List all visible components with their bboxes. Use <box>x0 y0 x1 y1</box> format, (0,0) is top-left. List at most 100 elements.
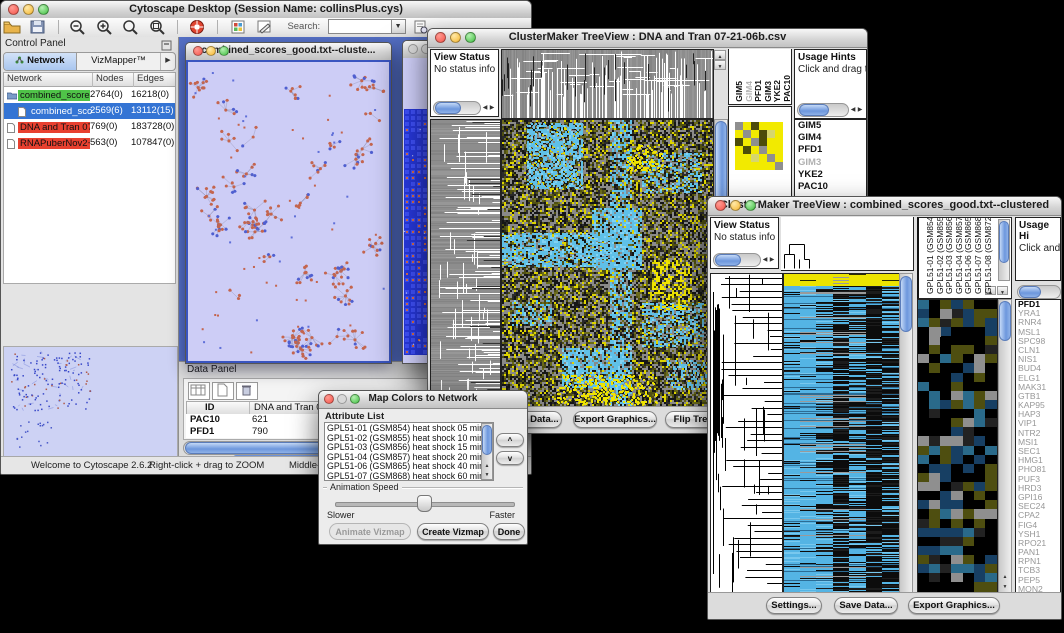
close-icon[interactable] <box>408 44 418 54</box>
gene-label[interactable]: MSL1 <box>1016 328 1060 337</box>
gene-label[interactable]: ELG1 <box>1016 374 1060 383</box>
network-graph-canvas[interactable] <box>188 62 387 361</box>
zoom-selected-icon[interactable] <box>148 19 168 35</box>
zoom-window-icon[interactable] <box>38 4 49 15</box>
tv1-column-dendrogram-canvas[interactable] <box>501 49 714 119</box>
gene-label[interactable]: HRD3 <box>1016 484 1060 493</box>
gene-label[interactable]: GTB1 <box>1016 392 1060 401</box>
scroll-thumb[interactable] <box>715 254 741 266</box>
done-button[interactable]: Done <box>493 523 525 540</box>
animate-vizmap-button[interactable]: Animate Vizmap <box>329 523 411 540</box>
minimize-icon[interactable] <box>450 32 461 43</box>
scroll-right-icon[interactable]: ▶ <box>768 254 776 267</box>
scroll-thumb[interactable] <box>900 276 912 332</box>
save-session-icon[interactable] <box>28 19 48 35</box>
scroll-right-icon[interactable]: ▶ <box>488 102 496 115</box>
window-controls[interactable] <box>193 46 229 56</box>
tab-overflow-icon[interactable]: ▶ <box>160 53 175 70</box>
minimize-icon[interactable] <box>730 200 741 211</box>
row-label[interactable]: GIM5 <box>795 120 866 132</box>
gene-label[interactable]: HAP3 <box>1016 410 1060 419</box>
treeview2-titlebar[interactable]: ClusterMaker TreeView : combined_scores_… <box>708 197 1061 216</box>
close-icon[interactable] <box>435 32 446 43</box>
scroll-left-icon[interactable]: ◀ <box>849 104 857 117</box>
scroll-thumb[interactable] <box>799 104 829 116</box>
zoom-in-icon[interactable] <box>95 19 115 35</box>
close-icon[interactable] <box>193 46 203 56</box>
tv1-row-dendrogram-canvas[interactable] <box>430 119 501 409</box>
tv2-zoom-heatmap-canvas[interactable] <box>917 299 998 593</box>
tv1-heatmap-canvas[interactable] <box>501 119 714 409</box>
settings-button[interactable]: Settings... <box>766 597 822 614</box>
attribute-item[interactable]: GPL51-07 (GSM868) heat shock 60 min <box>327 472 480 481</box>
gene-label[interactable]: BUD4 <box>1016 364 1060 373</box>
gene-label[interactable]: FIG4 <box>1016 521 1060 530</box>
export-graphics-button[interactable]: Export Graphics... <box>908 597 1000 614</box>
network-row[interactable]: RNAPuberNov2+!563(0)107847(0) <box>4 135 175 151</box>
scroll-left-icon[interactable]: ◀ <box>761 254 769 267</box>
network-frame-titlebar[interactable]: combined_scores_good.txt--cluste... <box>186 43 391 61</box>
map-colors-dialog[interactable]: Map Colors to Network Attribute List GPL… <box>318 390 528 545</box>
tv1-zoom-matrix-canvas[interactable] <box>735 122 783 170</box>
gene-label[interactable]: GPI16 <box>1016 493 1060 502</box>
window-controls[interactable] <box>715 200 756 211</box>
export-graphics-button[interactable]: Export Graphics... <box>573 411 657 428</box>
scroll-up-icon[interactable]: ▲ <box>482 460 492 469</box>
row-label[interactable]: GIM4 <box>795 132 866 144</box>
gene-label[interactable]: PFD1 <box>1016 300 1060 309</box>
gene-label[interactable]: RNR4 <box>1016 318 1060 327</box>
dialog-titlebar[interactable]: Map Colors to Network <box>319 391 527 409</box>
minimize-icon[interactable] <box>23 4 34 15</box>
tv2-heatmap-vscrollbar[interactable] <box>899 273 913 593</box>
annotation-icon[interactable] <box>254 19 274 35</box>
tv2-zoom-vscrollbar[interactable]: ▲ ▼ <box>998 299 1012 593</box>
window-controls[interactable] <box>8 4 49 15</box>
window-controls[interactable] <box>324 394 360 404</box>
gene-label[interactable]: SPC98 <box>1016 337 1060 346</box>
scroll-down-icon[interactable]: ▼ <box>999 581 1011 591</box>
search-dropdown-icon[interactable]: ▼ <box>392 19 406 34</box>
row-label[interactable]: GIM3 <box>795 157 866 169</box>
tv2-collabels-vscrollbar[interactable] <box>998 219 1010 281</box>
scroll-thumb[interactable] <box>482 425 492 455</box>
network-view-frame[interactable]: combined_scores_good.txt--cluste... <box>185 42 392 364</box>
search-input[interactable] <box>328 19 392 34</box>
treeview1-titlebar[interactable]: ClusterMaker TreeView : DNA and Tran 07-… <box>428 29 867 48</box>
tab-network[interactable]: Network <box>4 53 77 70</box>
tv2-status-hscrollbar[interactable] <box>713 253 761 267</box>
main-titlebar[interactable]: Cytoscape Desktop (Session Name: collins… <box>1 1 531 19</box>
row-label[interactable]: PAC10 <box>795 181 866 193</box>
zoom-window-icon[interactable] <box>465 32 476 43</box>
gene-label[interactable]: CLN1 <box>1016 346 1060 355</box>
gene-label[interactable]: PEP5 <box>1016 576 1060 585</box>
zoom-fit-icon[interactable] <box>121 19 141 35</box>
gene-label[interactable]: HMG1 <box>1016 456 1060 465</box>
tv2-heatmap-canvas[interactable] <box>783 273 900 593</box>
network-row[interactable]: DNA and Tran 07769(0)183728(0) <box>4 119 175 135</box>
scroll-up-icon[interactable]: ▲ <box>714 50 726 60</box>
gene-label[interactable]: YSH1 <box>1016 530 1060 539</box>
scroll-left-icon[interactable]: ◀ <box>481 102 489 115</box>
scroll-right-icon[interactable]: ▶ <box>856 104 864 117</box>
scroll-thumb[interactable] <box>999 301 1011 341</box>
close-icon[interactable] <box>8 4 19 15</box>
gene-label[interactable]: NTR2 <box>1016 429 1060 438</box>
window-controls[interactable] <box>435 32 476 43</box>
network-row[interactable]: combined_sco2569(6)13112(15) <box>4 103 175 119</box>
gene-label[interactable]: VIP1 <box>1016 419 1060 428</box>
tv1-status-hscrollbar[interactable] <box>433 101 481 115</box>
scroll-down-icon[interactable]: ▼ <box>714 60 726 70</box>
gene-label[interactable]: NIS1 <box>1016 355 1060 364</box>
delete-attribute-icon[interactable] <box>236 382 258 400</box>
scroll-thumb[interactable] <box>999 221 1009 263</box>
gene-label[interactable]: TCB3 <box>1016 566 1060 575</box>
gene-label[interactable]: KAP95 <box>1016 401 1060 410</box>
new-attribute-icon[interactable] <box>212 382 234 400</box>
zoom-window-icon[interactable] <box>350 394 360 404</box>
network-row[interactable]: combined_scores2764(0)16218(0) <box>4 87 175 103</box>
scroll-down-icon[interactable]: ▼ <box>482 469 492 478</box>
tab-vizmapper[interactable]: VizMapper™ <box>77 53 160 70</box>
gene-label[interactable]: RPO21 <box>1016 539 1060 548</box>
minimize-icon[interactable] <box>337 394 347 404</box>
open-session-icon[interactable] <box>2 19 22 35</box>
